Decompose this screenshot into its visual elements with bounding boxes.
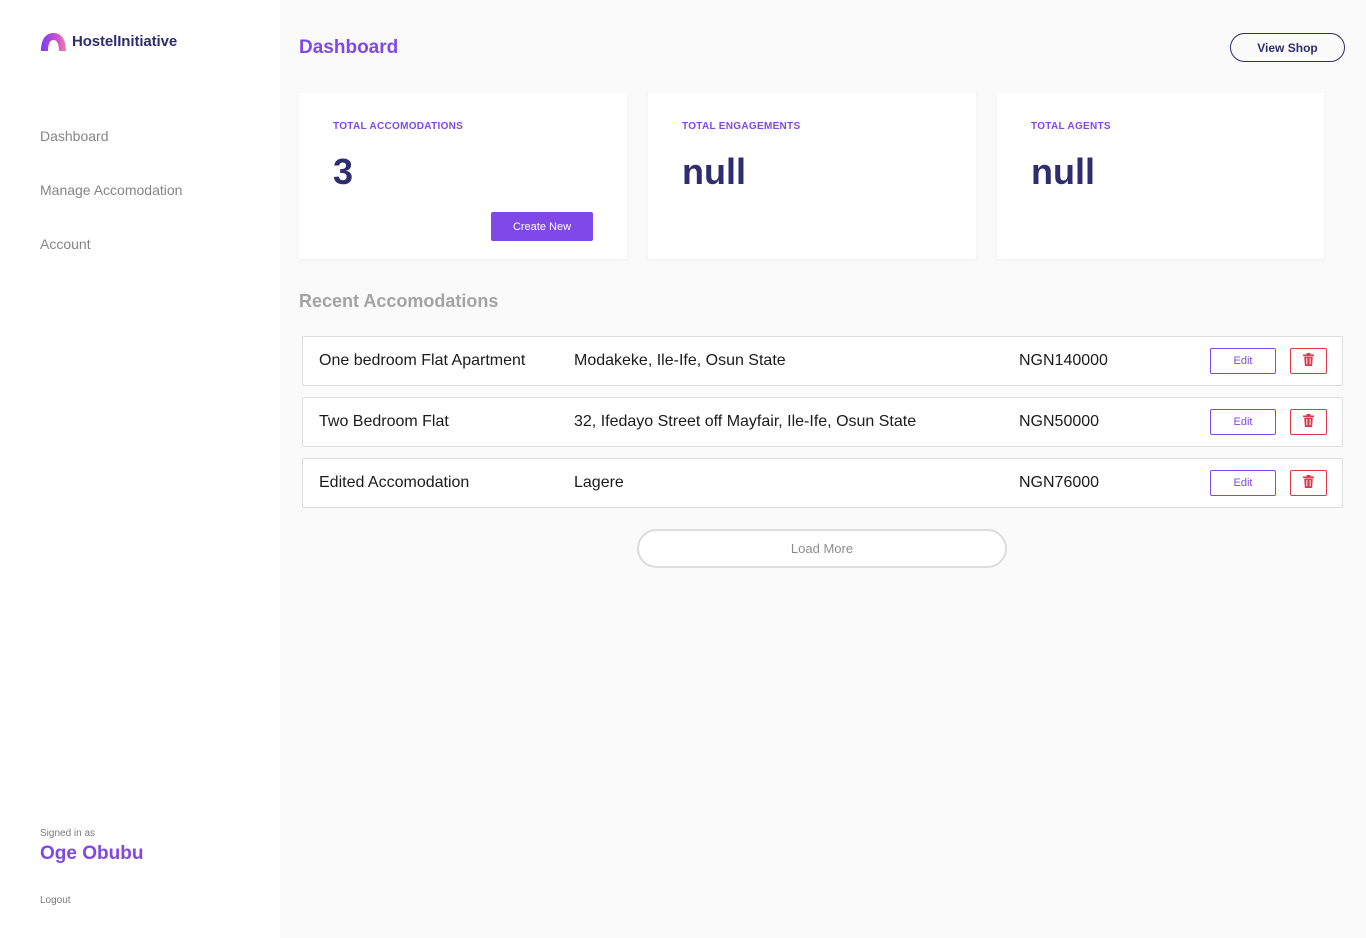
logout-link[interactable]: Logout [40,895,71,906]
edit-button[interactable]: Edit [1210,470,1276,496]
accomodation-price: NGN140000 [1019,352,1108,369]
stat-value: null [1031,151,1095,192]
stat-label: TOTAL ENGAGEMENTS [682,121,801,132]
load-more-button[interactable]: Load More [637,529,1007,568]
table-row: Two Bedroom Flat 32, Ifedayo Street off … [302,397,1343,447]
page-title: Dashboard [299,37,399,58]
stat-card-engagements: TOTAL ENGAGEMENTS null [648,93,976,259]
edit-button[interactable]: Edit [1210,409,1276,435]
stat-value: 3 [333,151,354,192]
accomodation-name: One bedroom Flat Apartment [319,352,526,369]
accomodation-location: 32, Ifedayo Street off Mayfair, Ile-Ife,… [574,413,917,430]
sidebar-item-manage-accomodation[interactable]: Manage Accomodation [40,181,182,235]
sidebar-item-dashboard[interactable]: Dashboard [40,127,182,181]
accomodation-location: Modakeke, Ile-Ife, Osun State [574,352,786,369]
accomodation-name: Two Bedroom Flat [319,413,449,430]
table-row: Edited Accomodation Lagere NGN76000 Edit [302,458,1343,508]
signed-in-label: Signed in as [40,828,96,839]
create-new-button[interactable]: Create New [491,212,593,241]
stat-label: TOTAL AGENTS [1031,121,1111,132]
delete-button[interactable] [1290,409,1327,435]
delete-button[interactable] [1290,470,1327,496]
table-row: One bedroom Flat Apartment Modakeke, Ile… [302,336,1343,386]
sidebar-item-account[interactable]: Account [40,235,182,289]
delete-button[interactable] [1290,348,1327,374]
accomodation-location: Lagere [574,474,624,491]
accomodation-price: NGN50000 [1019,413,1100,430]
stat-card-accomodations: TOTAL ACCOMODATIONS 3 Create New [299,93,627,259]
trash-icon [1303,353,1314,369]
logo-text: HostelInitiative [72,33,178,50]
user-name: Oge Obubu [40,843,144,864]
sidebar: HostelInitiative Dashboard Manage Accomo… [0,0,280,938]
view-shop-button[interactable]: View Shop [1230,33,1345,62]
accomodation-name: Edited Accomodation [319,474,470,491]
edit-button[interactable]: Edit [1210,348,1276,374]
stat-card-agents: TOTAL AGENTS null [997,93,1324,259]
app-logo[interactable]: HostelInitiative [40,31,177,52]
logo-icon [40,31,67,52]
trash-icon [1303,475,1314,491]
stat-value: null [682,151,746,192]
trash-icon [1303,414,1314,430]
sidebar-nav: Dashboard Manage Accomodation Account [40,127,182,289]
accomodation-price: NGN76000 [1019,474,1100,491]
section-title-recent: Recent Accomodations [299,291,499,311]
stat-label: TOTAL ACCOMODATIONS [333,121,464,132]
